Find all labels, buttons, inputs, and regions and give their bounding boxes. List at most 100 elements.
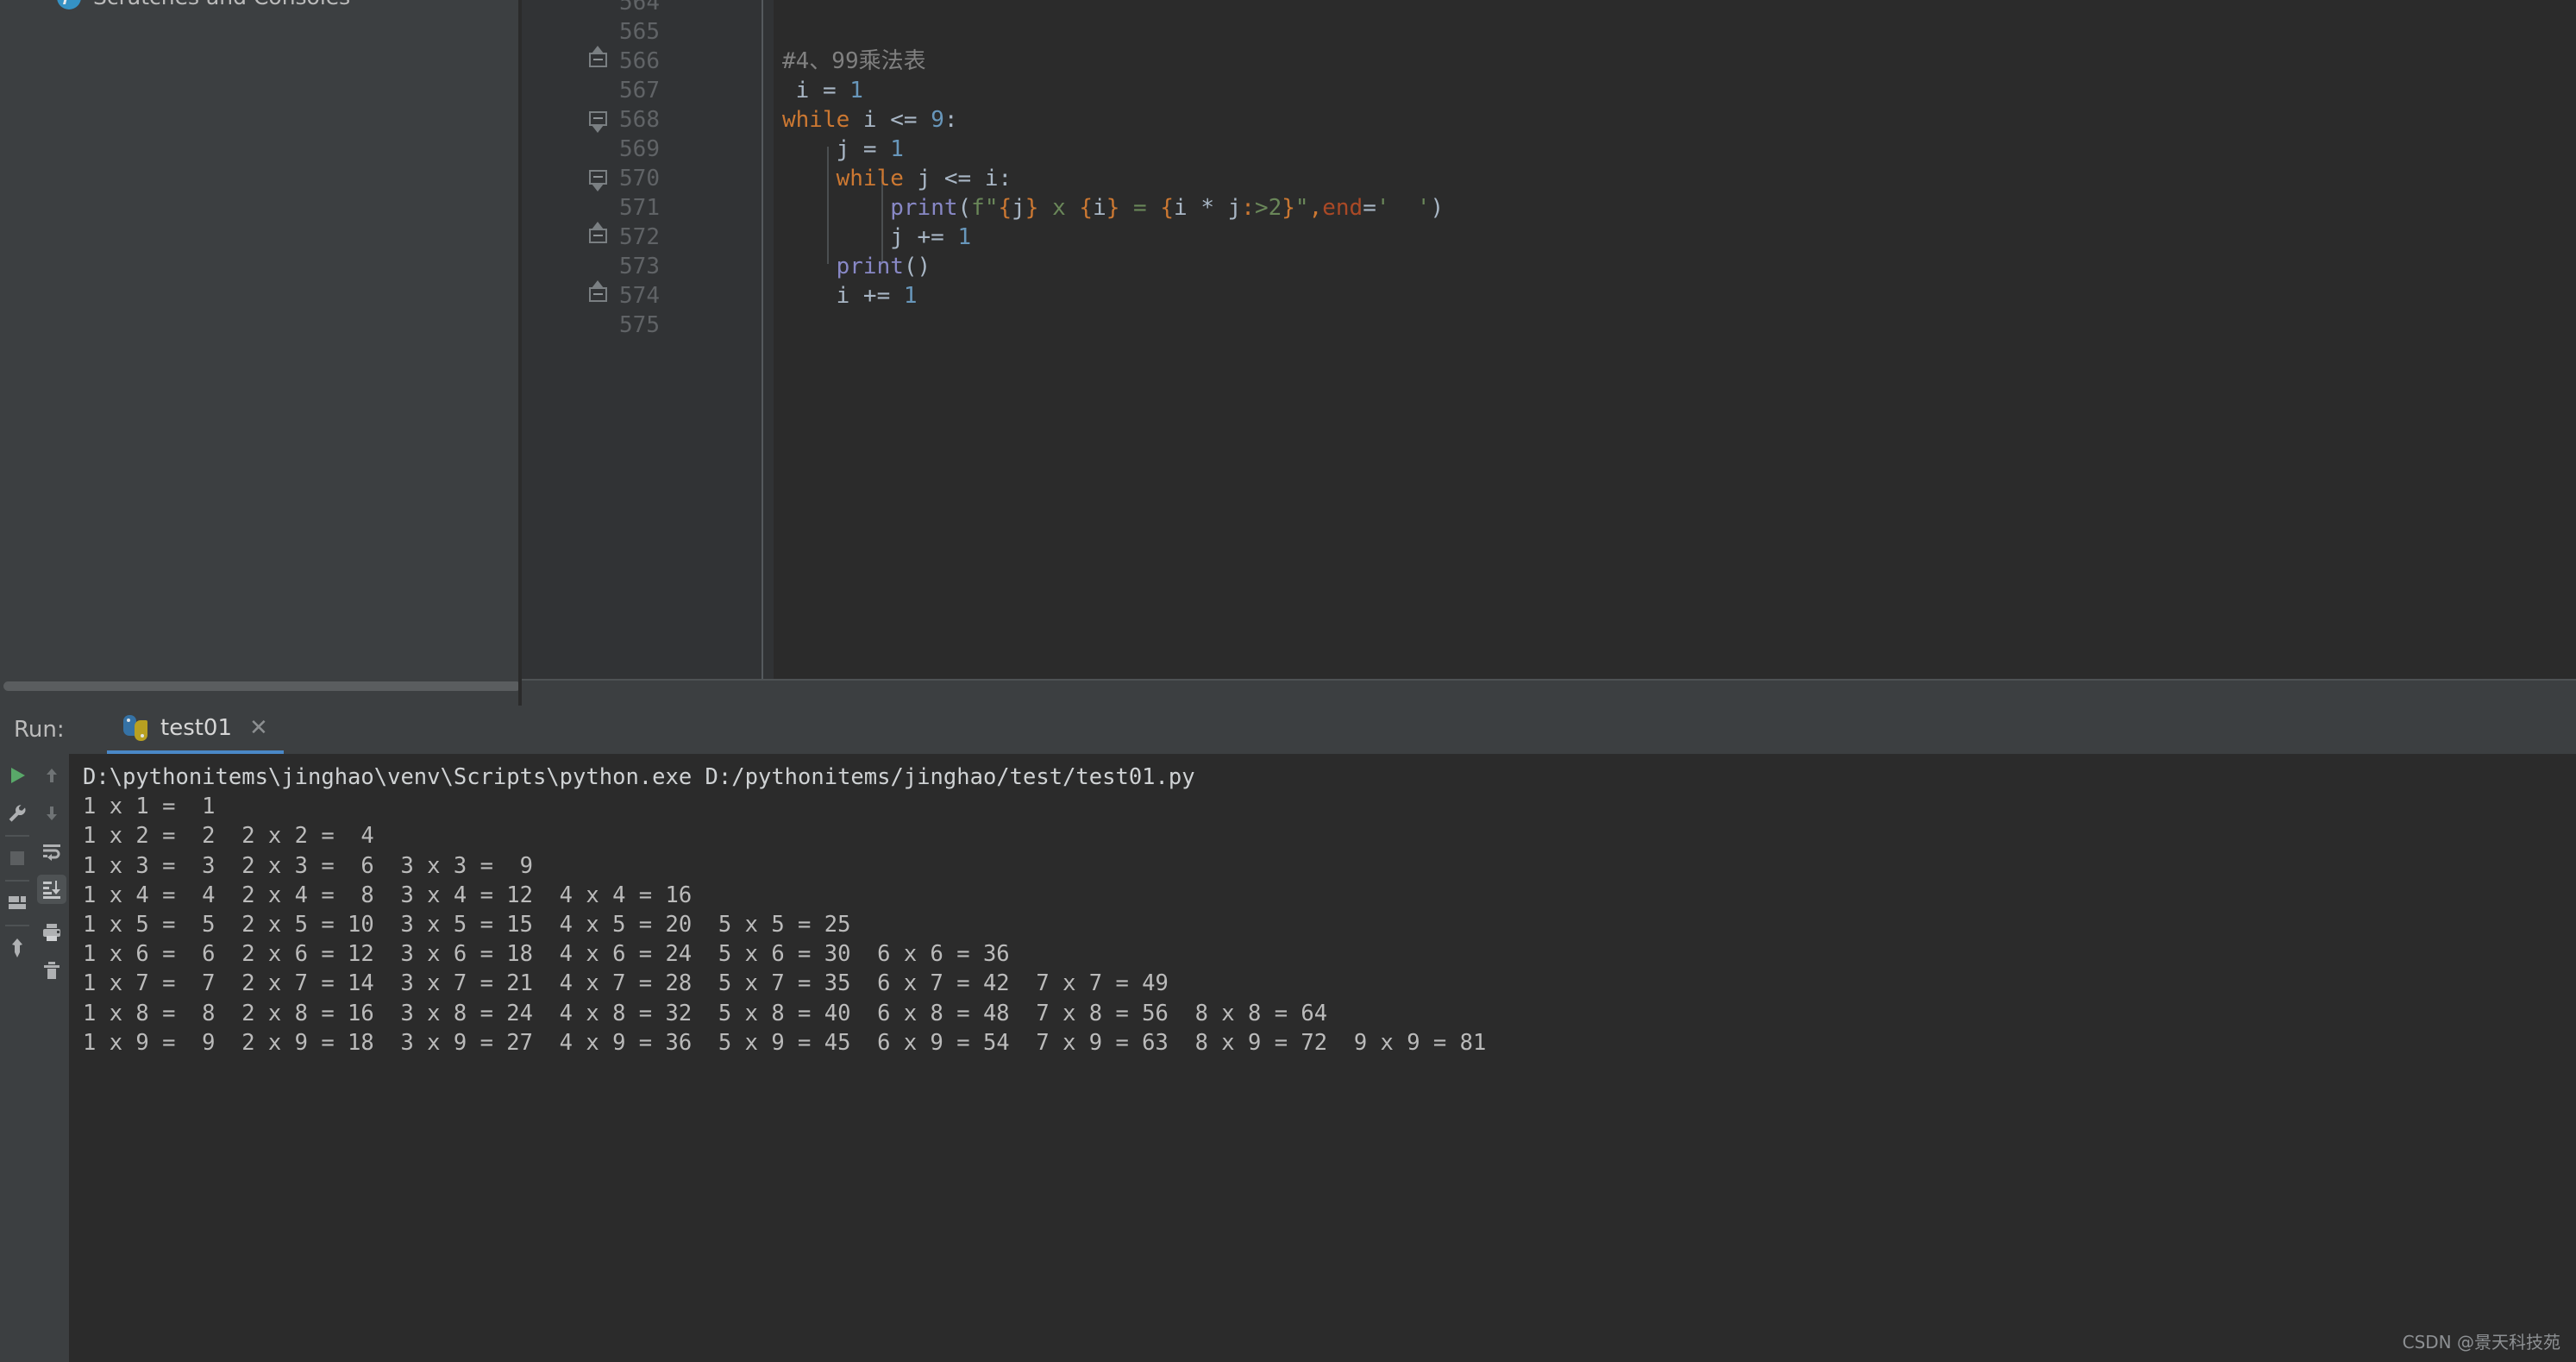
code-token: >2 bbox=[1254, 195, 1282, 221]
code-token: } bbox=[1282, 195, 1295, 221]
down-the-stack-trace-button[interactable] bbox=[37, 799, 66, 828]
code-token: } bbox=[1106, 195, 1120, 221]
line-number: 565 bbox=[619, 19, 660, 45]
code-token: print bbox=[836, 254, 904, 279]
scrollbar-thumb[interactable] bbox=[3, 681, 521, 691]
layout-icon bbox=[9, 896, 26, 909]
sidebar-horizontal-scrollbar[interactable] bbox=[0, 679, 521, 693]
arrow-up-icon bbox=[47, 769, 57, 782]
code-token: i * j bbox=[1174, 195, 1242, 221]
code-fold-marker[interactable] bbox=[589, 280, 608, 306]
code-canvas[interactable] bbox=[774, 0, 2576, 679]
up-the-stack-trace-button[interactable] bbox=[37, 761, 66, 790]
pin-icon bbox=[12, 938, 22, 957]
code-token: ' ' bbox=[1376, 195, 1431, 221]
console-output-line: 1 x 3 = 3 2 x 3 = 6 3 x 3 = 9 bbox=[83, 852, 533, 879]
code-folding-strip[interactable] bbox=[686, 0, 774, 679]
console-output-line: 1 x 7 = 7 2 x 7 = 14 3 x 7 = 21 4 x 7 = … bbox=[83, 970, 1169, 997]
editor-bottom-edge bbox=[522, 679, 2576, 706]
code-token: , bbox=[1308, 195, 1323, 221]
fold-region-line bbox=[762, 0, 763, 679]
code-fold-marker[interactable] bbox=[589, 46, 608, 72]
watermark: CSDN @景天科技苑 bbox=[2402, 1332, 2560, 1353]
line-number: 571 bbox=[619, 195, 660, 221]
python-file-icon bbox=[122, 715, 148, 741]
stop-button[interactable] bbox=[3, 844, 32, 873]
code-token: { bbox=[1079, 195, 1094, 221]
scroll-to-end-button[interactable] bbox=[37, 875, 66, 904]
line-number: 567 bbox=[619, 78, 660, 104]
code-token: 1 bbox=[957, 224, 972, 250]
sidebar-item-scratches-and-consoles[interactable]: Scratches and Consoles bbox=[57, 0, 350, 9]
code-token: = bbox=[1363, 195, 1376, 221]
code-token: 1 bbox=[890, 136, 904, 162]
wrench-icon bbox=[9, 805, 26, 822]
code-token: j bbox=[1012, 195, 1025, 221]
code-token: 1 bbox=[849, 78, 863, 104]
clear-all-button[interactable] bbox=[37, 956, 66, 985]
code-token: #4、99乘法表 bbox=[782, 48, 926, 74]
code-line[interactable]: i = 1 bbox=[782, 76, 863, 105]
code-editor[interactable]: 564 565 566 #4、99乘法表 567 i = 1 568 while i <= … bbox=[522, 0, 2576, 679]
run-label: Run: bbox=[14, 717, 65, 743]
code-line[interactable]: i += 1 bbox=[782, 281, 918, 311]
code-fold-marker[interactable] bbox=[589, 111, 608, 133]
divider bbox=[522, 679, 2576, 681]
soft-wrap-button[interactable] bbox=[37, 837, 66, 866]
code-token: 1 bbox=[903, 283, 918, 309]
code-token: { bbox=[998, 195, 1012, 221]
pin-tab-button[interactable] bbox=[3, 933, 32, 963]
code-line[interactable]: j += 1 bbox=[782, 223, 971, 252]
trash-icon bbox=[44, 962, 60, 979]
pycharm-window: Scratches and Consoles 564565566#4、99乘法表… bbox=[0, 0, 2576, 1362]
console-output-line: 1 x 1 = 1 bbox=[83, 794, 216, 820]
code-line[interactable]: while j <= i: bbox=[782, 164, 1012, 193]
code-token: i += bbox=[782, 283, 904, 309]
project-tool-window[interactable]: Scratches and Consoles bbox=[0, 0, 521, 693]
console-toolbar bbox=[0, 754, 69, 1362]
code-token: { bbox=[1160, 195, 1175, 221]
run-tab-test01[interactable]: test01 ✕ bbox=[107, 706, 284, 754]
code-fold-marker[interactable] bbox=[589, 170, 608, 191]
close-icon[interactable]: ✕ bbox=[249, 717, 268, 739]
code-line[interactable]: print() bbox=[782, 252, 931, 281]
code-token: end bbox=[1322, 195, 1363, 221]
code-token: j = bbox=[782, 136, 891, 162]
sidebar-item-label: Scratches and Consoles bbox=[93, 0, 350, 9]
code-token: = bbox=[822, 78, 850, 104]
scratches-icon bbox=[57, 0, 81, 9]
toolbar-separator bbox=[5, 880, 29, 882]
code-line[interactable]: print(f"{j} x {i} = {i * j:>2}",end=' ') bbox=[782, 193, 1444, 223]
code-line[interactable]: #4、99乘法表 bbox=[782, 47, 926, 76]
code-line[interactable]: while i <= 9: bbox=[782, 105, 958, 135]
editor-area: Scratches and Consoles 564565566#4、99乘法表… bbox=[0, 0, 2576, 706]
code-token: } bbox=[1025, 195, 1039, 221]
code-line[interactable]: j = 1 bbox=[782, 135, 904, 164]
edit-configurations-button[interactable] bbox=[3, 799, 32, 828]
line-number: 564 bbox=[619, 0, 660, 16]
code-token: i bbox=[1093, 195, 1106, 221]
stop-square-icon bbox=[10, 851, 24, 865]
code-token: () bbox=[903, 254, 931, 279]
code-token: 9 bbox=[931, 107, 944, 133]
code-token: ( bbox=[957, 195, 972, 221]
line-number: 575 bbox=[619, 312, 660, 338]
code-token: i <= bbox=[849, 107, 931, 133]
code-token: while bbox=[836, 166, 904, 191]
run-tab-label: test01 bbox=[160, 715, 233, 741]
rerun-button[interactable] bbox=[3, 761, 32, 790]
print-button[interactable] bbox=[37, 918, 66, 947]
console-toolbar-secondary bbox=[34, 754, 69, 1362]
scroll-to-end-icon bbox=[43, 881, 60, 899]
code-token: i bbox=[782, 78, 823, 104]
code-token: ) bbox=[1430, 195, 1445, 221]
layout-settings-button[interactable] bbox=[3, 888, 32, 918]
printer-icon bbox=[43, 924, 60, 941]
console-toolbar-primary bbox=[0, 754, 34, 1362]
console-command-line: D:\pythonitems\jinghao\venv\Scripts\pyth… bbox=[83, 764, 1195, 790]
code-fold-marker[interactable] bbox=[589, 222, 608, 248]
console-output-line: 1 x 5 = 5 2 x 5 = 10 3 x 5 = 15 4 x 5 = … bbox=[83, 912, 851, 938]
console-output[interactable]: D:\pythonitems\jinghao\venv\Scripts\pyth… bbox=[71, 754, 2576, 1362]
